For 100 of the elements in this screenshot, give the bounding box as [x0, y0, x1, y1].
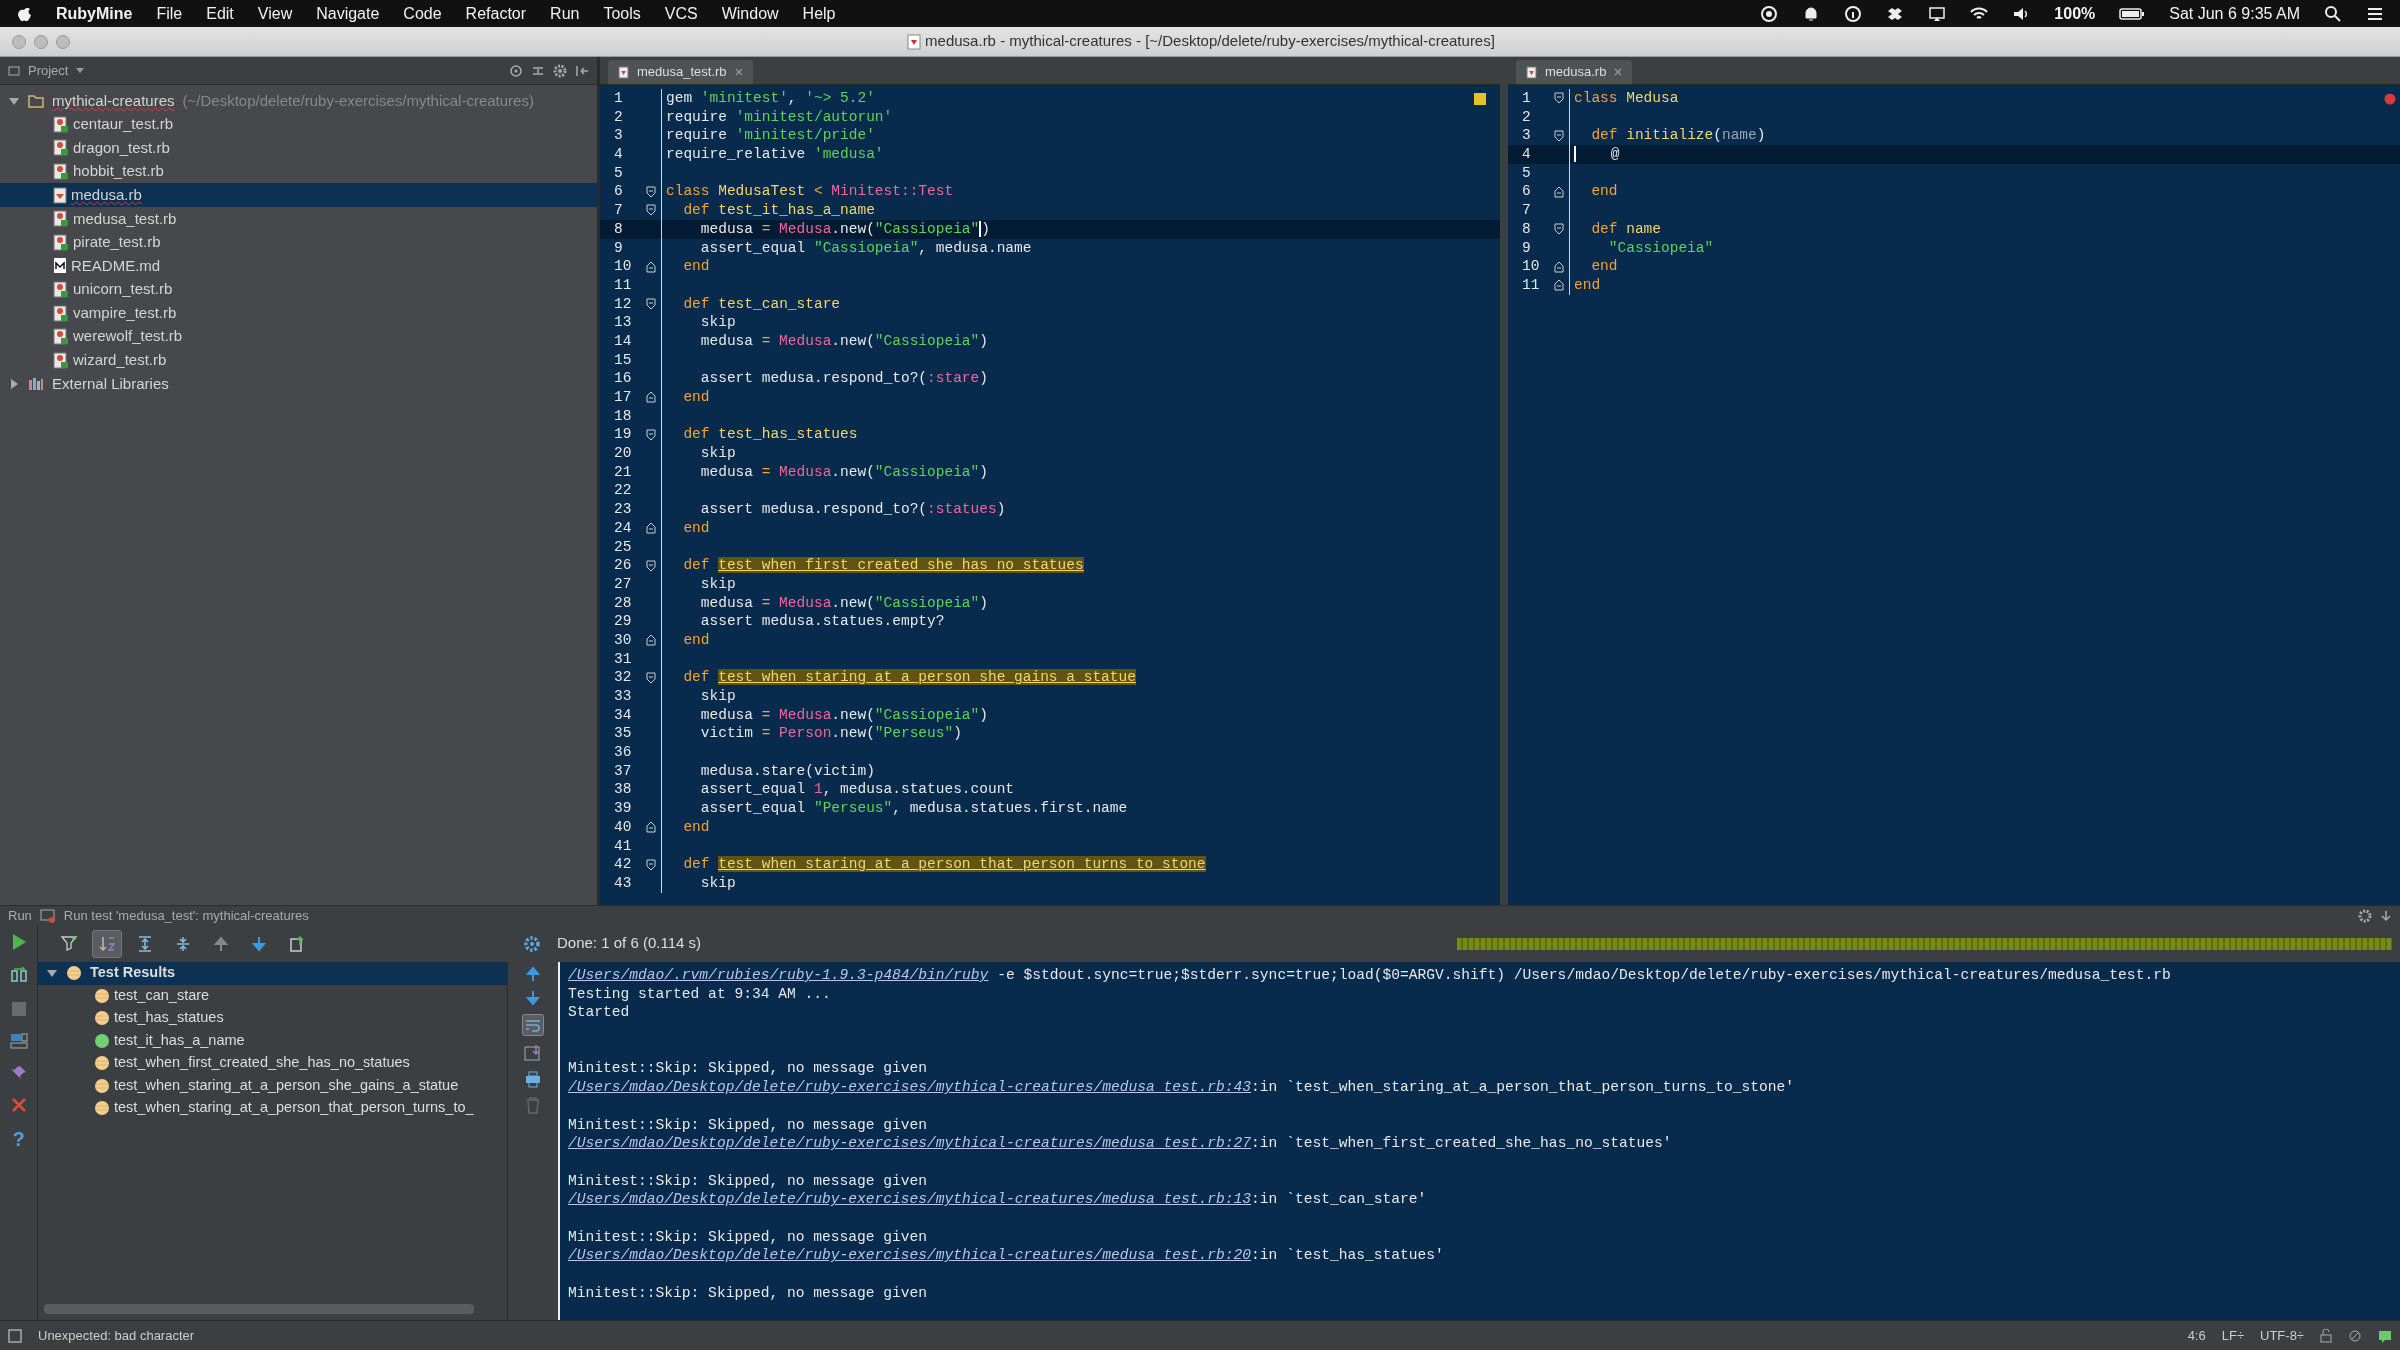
- arrow-down-icon[interactable]: [525, 990, 541, 1006]
- fold-icon[interactable]: [645, 297, 656, 310]
- tree-row[interactable]: test_when_first_created_she_has_no_statues: [38, 1052, 507, 1075]
- menu-item[interactable]: Refactor: [465, 1, 527, 26]
- editor-tab[interactable]: medusa.rb: [1516, 60, 1633, 84]
- tree-row[interactable]: test_it_has_a_name: [38, 1029, 507, 1052]
- menu-item[interactable]: Run: [550, 1, 580, 26]
- gear-icon[interactable]: [523, 934, 541, 953]
- tree-row[interactable]: test_when_staring_at_a_person_that_person_turns_to_: [38, 1097, 507, 1120]
- folder-name[interactable]: mythical-creatures: [52, 89, 175, 113]
- close-icon[interactable]: [734, 68, 743, 76]
- tree-row[interactable]: README.md: [0, 254, 597, 278]
- file-encoding[interactable]: UTF-8÷: [2260, 1325, 2304, 1346]
- library-name[interactable]: External Libraries: [52, 372, 169, 396]
- expand-arrow-icon[interactable]: [8, 377, 20, 390]
- test-name[interactable]: test_when_first_created_she_has_no_statues: [114, 1052, 410, 1075]
- line-separator[interactable]: LF÷: [2221, 1325, 2245, 1346]
- caret-icon[interactable]: [76, 67, 85, 74]
- tree-row[interactable]: wizard_test.rb: [0, 348, 597, 373]
- fold-icon[interactable]: [645, 671, 656, 684]
- test-name[interactable]: test_when_staring_at_a_person_that_person_turns_to_: [114, 1097, 474, 1120]
- tree-row[interactable]: medusa.rb: [0, 183, 597, 207]
- file-link[interactable]: /Users/mdao/.rvm/rubies/ruby-1.9.3-p484/bin/ruby: [568, 967, 989, 983]
- fold-icon[interactable]: [645, 428, 656, 441]
- close-icon[interactable]: [1614, 68, 1623, 76]
- inspector-icon[interactable]: [2348, 1328, 2362, 1343]
- menu-item[interactable]: Edit: [206, 1, 234, 26]
- fold-icon[interactable]: [1553, 223, 1564, 236]
- fold-end-icon[interactable]: [645, 522, 656, 535]
- fold-end-icon[interactable]: [1553, 279, 1564, 292]
- close-icon[interactable]: [10, 1097, 27, 1113]
- tree-row[interactable]: test_can_stare: [38, 984, 507, 1007]
- tree-row[interactable]: vampire_test.rb: [0, 301, 597, 325]
- fold-icon[interactable]: [1553, 129, 1564, 142]
- file-link[interactable]: /Users/mdao/Desktop/delete/ruby-exercises/mythical-creatures/medusa_test.rb:20: [568, 1247, 1252, 1264]
- battery-icon[interactable]: [2119, 6, 2146, 21]
- tree-row[interactable]: centaur_test.rb: [0, 112, 597, 137]
- file-name[interactable]: unicorn_test.rb: [73, 278, 173, 301]
- menu-item[interactable]: Navigate: [316, 1, 380, 26]
- tree-row[interactable]: test_has_statues: [38, 1007, 507, 1030]
- scroll-end-icon[interactable]: [524, 1044, 542, 1062]
- file-name[interactable]: centaur_test.rb: [73, 113, 174, 136]
- editor-tab[interactable]: medusa_test.rb: [608, 60, 753, 84]
- file-name[interactable]: medusa.rb: [71, 183, 142, 207]
- menu-item[interactable]: View: [257, 1, 293, 26]
- event-log-icon[interactable]: [2378, 1328, 2392, 1343]
- lock-icon[interactable]: [2320, 1328, 2332, 1343]
- monitor-icon[interactable]: [1928, 4, 1947, 23]
- record-icon[interactable]: [1760, 4, 1779, 23]
- print-icon[interactable]: [524, 1070, 542, 1088]
- file-name[interactable]: README.md: [71, 254, 161, 278]
- menu-item[interactable]: VCS: [664, 1, 698, 26]
- menu-item[interactable]: Tools: [603, 1, 641, 26]
- file-name[interactable]: medusa_test.rb: [73, 207, 177, 230]
- clock[interactable]: Sat Jun 6 9:35 AM: [2169, 1, 2300, 26]
- rerun-icon[interactable]: [9, 967, 28, 985]
- file-name[interactable]: wizard_test.rb: [73, 349, 167, 372]
- arrow-up-icon[interactable]: [525, 966, 541, 982]
- fold-icon[interactable]: [1553, 92, 1564, 105]
- fold-end-icon[interactable]: [1553, 185, 1564, 198]
- play-icon[interactable]: [10, 933, 27, 951]
- test-name[interactable]: test_it_has_a_name: [114, 1029, 245, 1052]
- test-name[interactable]: test_when_staring_at_a_person_she_gains_a_statue: [114, 1074, 459, 1097]
- file-name[interactable]: pirate_test.rb: [73, 231, 161, 254]
- project-view-dropdown[interactable]: Project: [28, 60, 69, 81]
- info-icon[interactable]: [1844, 4, 1863, 23]
- gear-icon[interactable]: [553, 63, 567, 78]
- hide-icon[interactable]: [575, 63, 589, 78]
- tree-row[interactable]: test_when_staring_at_a_person_she_gains_a_statue: [38, 1074, 507, 1097]
- fold-end-icon[interactable]: [645, 391, 656, 404]
- target-icon[interactable]: [509, 63, 523, 78]
- file-link[interactable]: /Users/mdao/Desktop/delete/ruby-exercises/mythical-creatures/medusa_test.rb:13: [568, 1191, 1252, 1208]
- app-menu[interactable]: RubyMine: [56, 1, 133, 26]
- menu-item[interactable]: File: [156, 1, 183, 26]
- file-link[interactable]: /Users/mdao/Desktop/delete/ruby-exercises/mythical-creatures/medusa_test.rb:43: [568, 1079, 1252, 1096]
- tree-row[interactable]: unicorn_test.rb: [0, 277, 597, 302]
- file-name[interactable]: dragon_test.rb: [73, 136, 170, 160]
- gear-icon[interactable]: [2358, 908, 2372, 923]
- hide-panel-icon[interactable]: [2380, 909, 2392, 922]
- fold-end-icon[interactable]: [1553, 260, 1564, 273]
- tree-row[interactable]: medusa_test.rb: [0, 206, 597, 231]
- fold-end-icon[interactable]: [645, 634, 656, 647]
- fold-icon[interactable]: [645, 204, 656, 217]
- menu-item[interactable]: Code: [403, 1, 442, 26]
- fold-icon[interactable]: [645, 858, 656, 871]
- tree-row[interactable]: pirate_test.rb: [0, 230, 597, 255]
- cursor-position[interactable]: 4:6: [2187, 1325, 2206, 1346]
- menu-item[interactable]: Help: [802, 1, 836, 26]
- fold-end-icon[interactable]: [645, 260, 656, 273]
- layout-icon[interactable]: [9, 1033, 28, 1049]
- tree-row[interactable]: hobbit_test.rb: [0, 159, 597, 184]
- scrollbar[interactable]: [44, 1304, 474, 1314]
- file-link[interactable]: /Users/mdao/Desktop/delete/ruby-exercises/mythical-creatures/medusa_test.rb:27: [568, 1135, 1252, 1152]
- panel-toggle-icon[interactable]: [8, 1328, 22, 1343]
- fold-icon[interactable]: [645, 185, 656, 198]
- file-name[interactable]: vampire_test.rb: [73, 301, 177, 325]
- tree-row[interactable]: werewolf_test.rb: [0, 324, 597, 349]
- test-name[interactable]: test_can_stare: [114, 984, 210, 1007]
- fold-end-icon[interactable]: [645, 821, 656, 834]
- fold-icon[interactable]: [645, 559, 656, 572]
